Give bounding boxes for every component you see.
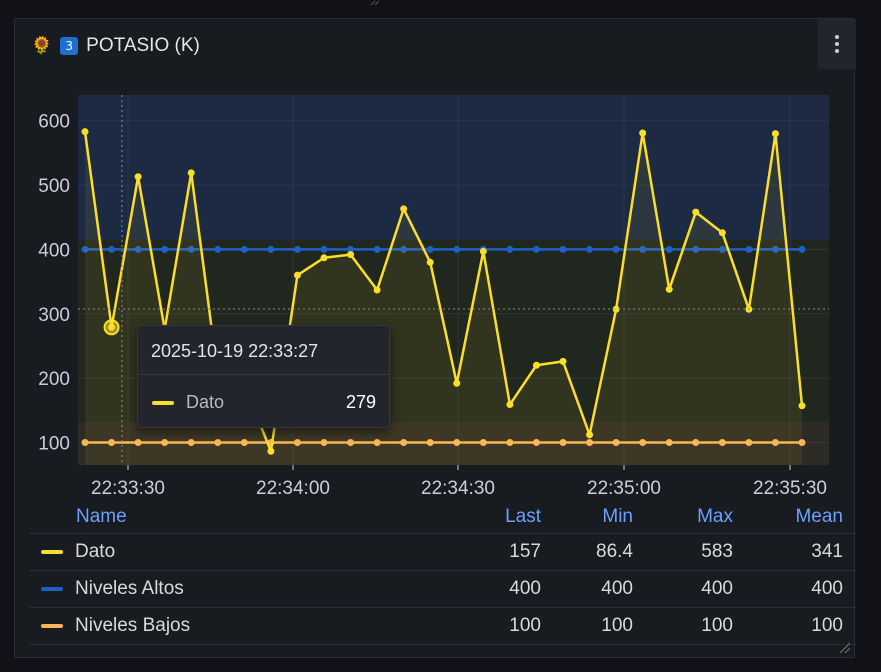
- y-tick-label: 300: [38, 305, 70, 326]
- x-tick-label: 22:35:30: [753, 478, 827, 499]
- series-point-niveles-altos[interactable]: [745, 245, 753, 253]
- series-point-niveles-altos[interactable]: [559, 245, 567, 253]
- series-point-dato[interactable]: [532, 361, 540, 369]
- y-tick-label: 100: [38, 433, 70, 454]
- hover-point-highlight: [103, 319, 120, 336]
- series-point-niveles-altos[interactable]: [161, 245, 169, 253]
- series-point-niveles-altos[interactable]: [108, 245, 116, 253]
- series-point-dato[interactable]: [479, 247, 487, 255]
- series-point-dato[interactable]: [187, 169, 195, 177]
- series-point-niveles-altos[interactable]: [612, 245, 620, 253]
- tooltip-label: Dato: [186, 392, 225, 412]
- x-tick-label: 22:34:00: [256, 478, 330, 499]
- series-point-dato[interactable]: [559, 357, 567, 365]
- series-point-dato[interactable]: [718, 229, 726, 237]
- y-tick-label: 200: [38, 369, 70, 390]
- series-point-dato[interactable]: [586, 431, 594, 439]
- series-point-niveles-altos[interactable]: [240, 245, 248, 253]
- x-axis: 22:33:30 22:34:00 22:34:30 22:35:00 22:35:30: [91, 465, 827, 499]
- series-point-niveles-altos[interactable]: [586, 245, 594, 253]
- series-point-dato[interactable]: [771, 130, 779, 138]
- y-axis: 100 200 300 400 500 600: [38, 112, 70, 455]
- tooltip-time: 2025-10-19 22:33:27: [151, 341, 319, 361]
- series-point-niveles-altos[interactable]: [293, 245, 301, 253]
- series-point-niveles-altos[interactable]: [665, 245, 673, 253]
- tooltip-value: 279: [345, 392, 376, 412]
- series-point-dato[interactable]: [453, 379, 461, 387]
- series-point-niveles-altos[interactable]: [426, 245, 434, 253]
- series-point-dato[interactable]: [320, 254, 328, 262]
- series-point-dato[interactable]: [293, 271, 301, 279]
- tooltip-row: Dato 279: [152, 392, 376, 413]
- series-point-dato[interactable]: [347, 251, 355, 259]
- series-point-dato[interactable]: [134, 173, 142, 181]
- y-tick-label: 500: [38, 176, 70, 197]
- series-point-dato[interactable]: [665, 285, 673, 293]
- x-tick-label: 22:34:30: [421, 478, 495, 499]
- tooltip-divider: [138, 374, 389, 375]
- series-point-niveles-altos[interactable]: [506, 245, 514, 253]
- y-tick-label: 400: [38, 240, 70, 261]
- series-point-dato[interactable]: [426, 258, 434, 266]
- series-point-dato[interactable]: [400, 205, 408, 213]
- line-chart[interactable]: 100 200 300 400 500 600 22:33:30 22:34:00 22:34…: [0, 0, 881, 672]
- series-point-niveles-altos[interactable]: [267, 245, 275, 253]
- x-tick-label: 22:35:00: [587, 478, 661, 499]
- series-point-niveles-altos[interactable]: [532, 245, 540, 253]
- series-point-niveles-altos[interactable]: [320, 245, 328, 253]
- tooltip-swatch: [152, 400, 174, 405]
- series-point-niveles-altos[interactable]: [214, 245, 222, 253]
- y-tick-label: 600: [38, 112, 70, 133]
- series-point-dato[interactable]: [692, 208, 700, 216]
- series-point-dato[interactable]: [373, 286, 381, 294]
- series-point-niveles-altos[interactable]: [453, 245, 461, 253]
- series-point-dato[interactable]: [506, 401, 514, 409]
- chart-tooltip: 2025-10-19 22:33:27 Dato 279: [137, 325, 390, 428]
- series-point-dato[interactable]: [639, 129, 647, 137]
- series-point-niveles-altos[interactable]: [798, 245, 806, 253]
- series-point-niveles-altos[interactable]: [373, 245, 381, 253]
- series-point-dato[interactable]: [798, 402, 806, 410]
- series-point-dato[interactable]: [81, 128, 89, 136]
- x-tick-label: 22:33:30: [91, 478, 165, 499]
- series-point-dato[interactable]: [267, 447, 275, 455]
